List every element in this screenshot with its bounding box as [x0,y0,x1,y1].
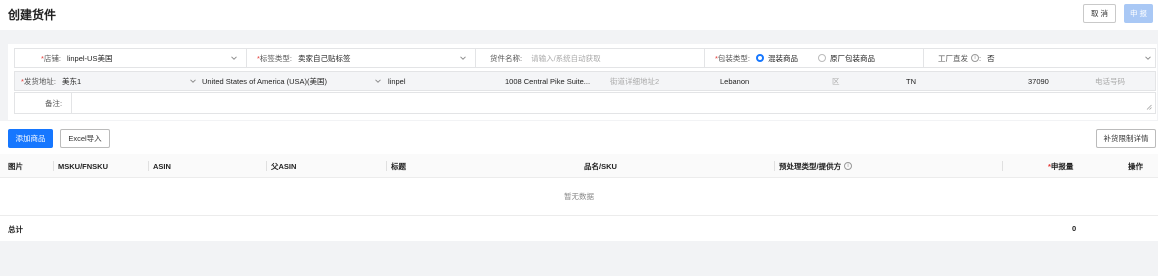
address1-input[interactable]: 1008 Central Pike Suite... [505,72,590,90]
column-header: ASIN [153,161,171,171]
submit-button[interactable]: 申 报 [1124,4,1153,23]
store-label: 店铺: [43,53,62,63]
column-header: 品名/SKU [584,161,617,171]
excel-import-button[interactable]: Excel导入 [60,129,110,148]
contact-name-input[interactable]: linpel [388,72,406,90]
ship-from-field[interactable]: * 发货地址: 美东1 [21,72,81,90]
form-row-address: * 发货地址: 美东1 United States of America (US… [14,71,1156,91]
restock-limit-button[interactable]: 补货限制详情 [1096,129,1156,148]
factory-direct-value: 否 [987,53,995,63]
city-input[interactable]: Lebanon [720,72,749,90]
total-value: 0 [1072,224,1077,233]
column-header: 父ASIN [271,161,297,171]
package-type-field: * 包装类型: 混装商品 原厂包装商品 [715,53,876,64]
resize-handle-icon[interactable] [1146,104,1152,110]
ship-from-label: 发货地址: [23,76,57,86]
form-row-basic: * 店铺: linpel-US美国 * 标签类型: 卖家自己贴标签 货件名称: … [14,48,1156,68]
shipment-name-input[interactable]: 请输入/系统自动获取 [531,53,601,64]
form-row-remark: 备注: [14,92,1156,114]
info-icon[interactable]: i [971,54,979,62]
radio-empty-icon [818,54,827,62]
remark-textarea[interactable] [73,93,1153,113]
column-header: 图片 [8,161,23,171]
label-type-field[interactable]: * 标签类型: 卖家自己贴标签 [257,49,351,67]
radio-selected-icon [756,54,765,62]
package-type-label: 包装类型: [717,53,751,63]
empty-state: 暂无数据 [0,178,1158,216]
column-header: 标题 [391,161,406,171]
store-value: linpel-US美国 [67,53,113,63]
table-header: 图片 MSKU/FNSKU ASIN 父ASIN 标题 品名/SKU 预处理类型… [0,154,1158,178]
district-input[interactable]: 区 [832,72,840,90]
zip-input[interactable]: 37090 [1028,72,1049,90]
state-input[interactable]: TN [906,72,916,90]
factory-direct-field[interactable]: 工厂直发 i : 否 [938,49,995,67]
address2-input[interactable]: 街道详细地址2 [610,72,659,90]
shipment-form: * 店铺: linpel-US美国 * 标签类型: 卖家自己贴标签 货件名称: … [8,44,1157,120]
shipment-name-field[interactable]: 货件名称: 请输入/系统自动获取 [490,49,601,67]
ship-from-value: 美东1 [62,76,82,86]
package-radio-original[interactable]: 原厂包装商品 [818,53,875,64]
column-header-declared-qty: *申报量 [1048,161,1074,171]
column-header: 操作 [1128,161,1143,171]
column-header: 预处理类型/提供方 i [779,154,853,178]
factory-direct-label: 工厂直发 [938,53,968,63]
total-row: 总计 0 [0,216,1158,241]
total-label: 总计 [8,225,23,234]
top-bar: 创建货件 [0,0,1158,30]
remark-label: 备注: [45,98,63,108]
column-header: MSKU/FNSKU [58,161,108,171]
package-radio-mixed[interactable]: 混装商品 [756,53,798,64]
chevron-down-icon[interactable] [1145,55,1151,61]
label-type-label: 标签类型: [259,53,293,63]
info-icon[interactable]: i [844,162,853,170]
chevron-down-icon[interactable] [231,55,237,61]
chevron-down-icon[interactable] [460,55,466,61]
shipment-name-label: 货件名称: [490,53,523,63]
label-type-value: 卖家自己贴标签 [298,53,351,63]
add-product-button[interactable]: 添加商品 [8,129,53,148]
product-table: 图片 MSKU/FNSKU ASIN 父ASIN 标题 品名/SKU 预处理类型… [0,154,1158,241]
country-select[interactable]: United States of America (USA)(美国) [202,72,327,90]
cancel-button[interactable]: 取 消 [1083,4,1116,23]
chevron-down-icon[interactable] [375,78,381,84]
page-title: 创建货件 [8,8,57,22]
chevron-down-icon[interactable] [190,78,196,84]
phone-input[interactable]: 电话号码 [1095,72,1125,90]
store-field[interactable]: * 店铺: linpel-US美国 [41,49,112,67]
product-toolbar [0,121,1158,154]
